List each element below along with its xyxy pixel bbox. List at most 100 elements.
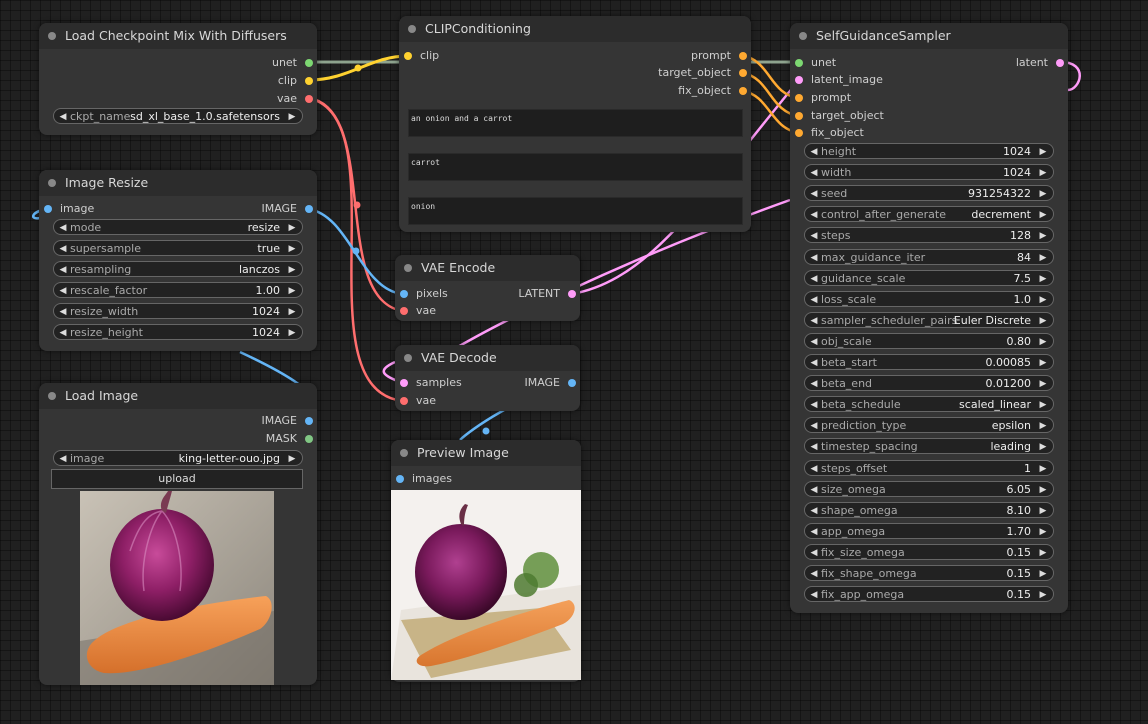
widget-steps-offset[interactable]: ◀ steps_offset 1 ▶ — [804, 459, 1054, 476]
output-dot-icon[interactable] — [739, 69, 747, 77]
input-dot-icon[interactable] — [400, 397, 408, 405]
arrow-right-icon[interactable]: ▶ — [1037, 524, 1049, 538]
arrow-left-icon[interactable]: ◀ — [808, 545, 820, 559]
arrow-right-icon[interactable]: ▶ — [1037, 482, 1049, 496]
output-image[interactable]: IMAGE — [261, 414, 313, 428]
arrow-right-icon[interactable]: ▶ — [1037, 186, 1049, 200]
arrow-left-icon[interactable]: ◀ — [57, 241, 69, 255]
input-fix-object[interactable]: fix_object — [795, 126, 864, 140]
input-dot-icon[interactable] — [400, 290, 408, 298]
arrow-left-icon[interactable]: ◀ — [808, 566, 820, 580]
output-vae[interactable]: vae — [277, 92, 313, 106]
output-clip[interactable]: clip — [278, 74, 313, 88]
arrow-right-icon[interactable]: ▶ — [1037, 144, 1049, 158]
node-title[interactable]: CLIPConditioning — [399, 16, 751, 42]
arrow-left-icon[interactable]: ◀ — [808, 482, 820, 496]
widget-steps[interactable]: ◀ steps 128 ▶ — [804, 227, 1054, 244]
node-title[interactable]: Load Checkpoint Mix With Diffusers — [39, 23, 317, 49]
arrow-right-icon[interactable]: ▶ — [1037, 439, 1049, 453]
widget-resize-height[interactable]: ◀ resize_height 1024 ▶ — [53, 324, 303, 340]
arrow-right-icon[interactable]: ▶ — [1037, 566, 1049, 580]
input-dot-icon[interactable] — [795, 76, 803, 84]
widget-rescale-factor[interactable]: ◀ rescale_factor 1.00 ▶ — [53, 282, 303, 298]
output-unet[interactable]: unet — [272, 56, 313, 70]
fix-object-textarea[interactable]: onion — [408, 197, 743, 225]
node-title[interactable]: Image Resize — [39, 170, 317, 196]
output-dot-icon[interactable] — [568, 379, 576, 387]
widget-seed[interactable]: ◀ seed 931254322 ▶ — [804, 185, 1054, 202]
input-samples[interactable]: samples — [400, 376, 462, 390]
arrow-left-icon[interactable]: ◀ — [808, 461, 820, 475]
widget-max-guidance-iter[interactable]: ◀ max_guidance_iter 84 ▶ — [804, 248, 1054, 265]
node-preview-image[interactable]: Preview Image images — [391, 440, 581, 682]
arrow-left-icon[interactable]: ◀ — [808, 376, 820, 390]
arrow-left-icon[interactable]: ◀ — [808, 271, 820, 285]
arrow-right-icon[interactable]: ▶ — [286, 241, 298, 255]
widget-beta-end[interactable]: ◀ beta_end 0.01200 ▶ — [804, 375, 1054, 392]
output-image[interactable]: IMAGE — [524, 376, 576, 390]
widget-resize-width[interactable]: ◀ resize_width 1024 ▶ — [53, 303, 303, 319]
collapse-dot-icon[interactable] — [48, 179, 56, 187]
arrow-left-icon[interactable]: ◀ — [808, 228, 820, 242]
output-latent[interactable]: LATENT — [518, 287, 576, 301]
node-title[interactable]: Preview Image — [391, 440, 581, 466]
input-vae[interactable]: vae — [400, 394, 436, 408]
arrow-right-icon[interactable]: ▶ — [1037, 228, 1049, 242]
input-images[interactable]: images — [396, 472, 452, 486]
output-latent[interactable]: latent — [1016, 56, 1064, 70]
arrow-right-icon[interactable]: ▶ — [1037, 503, 1049, 517]
arrow-right-icon[interactable]: ▶ — [1037, 292, 1049, 306]
widget-sampler-scheduler-pairs[interactable]: ◀ sampler_scheduler_pairs Euler Discrete ▶ — [804, 311, 1054, 328]
arrow-right-icon[interactable]: ▶ — [1037, 313, 1049, 327]
arrow-left-icon[interactable]: ◀ — [57, 109, 69, 123]
prompt-textarea[interactable]: an onion and a carrot — [408, 109, 743, 137]
arrow-right-icon[interactable]: ▶ — [1037, 207, 1049, 221]
collapse-dot-icon[interactable] — [404, 264, 412, 272]
output-dot-icon[interactable] — [305, 205, 313, 213]
widget-mode[interactable]: ◀ mode resize ▶ — [53, 219, 303, 235]
node-title[interactable]: VAE Encode — [395, 255, 580, 281]
input-clip[interactable]: clip — [404, 49, 439, 63]
arrow-right-icon[interactable]: ▶ — [286, 451, 298, 465]
arrow-right-icon[interactable]: ▶ — [1037, 165, 1049, 179]
arrow-right-icon[interactable]: ▶ — [1037, 334, 1049, 348]
input-target-object[interactable]: target_object — [795, 109, 884, 123]
widget-control-after-generate[interactable]: ◀ control_after_generate decrement ▶ — [804, 206, 1054, 223]
arrow-left-icon[interactable]: ◀ — [808, 524, 820, 538]
input-dot-icon[interactable] — [396, 475, 404, 483]
widget-loss-scale[interactable]: ◀ loss_scale 1.0 ▶ — [804, 290, 1054, 307]
arrow-right-icon[interactable]: ▶ — [286, 262, 298, 276]
widget-timestep-spacing[interactable]: ◀ timestep_spacing leading ▶ — [804, 438, 1054, 455]
output-dot-icon[interactable] — [1056, 59, 1064, 67]
node-self-guidance-sampler[interactable]: SelfGuidanceSampler unet latent_image pr… — [790, 23, 1068, 613]
arrow-right-icon[interactable]: ▶ — [286, 283, 298, 297]
widget-guidance-scale[interactable]: ◀ guidance_scale 7.5 ▶ — [804, 269, 1054, 286]
node-vae-encode[interactable]: VAE Encode pixels vae LATENT — [395, 255, 580, 321]
collapse-dot-icon[interactable] — [404, 354, 412, 362]
input-dot-icon[interactable] — [795, 129, 803, 137]
arrow-left-icon[interactable]: ◀ — [808, 292, 820, 306]
output-fix-object[interactable]: fix_object — [678, 84, 747, 98]
input-dot-icon[interactable] — [400, 307, 408, 315]
output-dot-icon[interactable] — [305, 59, 313, 67]
target-object-textarea[interactable]: carrot — [408, 153, 743, 181]
widget-size-omega[interactable]: ◀ size_omega 6.05 ▶ — [804, 480, 1054, 497]
arrow-left-icon[interactable]: ◀ — [57, 304, 69, 318]
arrow-left-icon[interactable]: ◀ — [808, 334, 820, 348]
widget-fix-app-omega[interactable]: ◀ fix_app_omega 0.15 ▶ — [804, 586, 1054, 603]
node-clip-conditioning[interactable]: CLIPConditioning clip prompt target_obje… — [399, 16, 751, 232]
arrow-right-icon[interactable]: ▶ — [286, 220, 298, 234]
arrow-right-icon[interactable]: ▶ — [1037, 250, 1049, 264]
input-dot-icon[interactable] — [795, 59, 803, 67]
input-dot-icon[interactable] — [44, 205, 52, 213]
arrow-left-icon[interactable]: ◀ — [808, 207, 820, 221]
widget-prediction-type[interactable]: ◀ prediction_type epsilon ▶ — [804, 417, 1054, 434]
output-dot-icon[interactable] — [305, 435, 313, 443]
widget-obj-scale[interactable]: ◀ obj_scale 0.80 ▶ — [804, 332, 1054, 349]
input-vae[interactable]: vae — [400, 304, 436, 318]
input-dot-icon[interactable] — [400, 379, 408, 387]
output-dot-icon[interactable] — [739, 52, 747, 60]
widget-shape-omega[interactable]: ◀ shape_omega 8.10 ▶ — [804, 501, 1054, 518]
widget-fix-shape-omega[interactable]: ◀ fix_shape_omega 0.15 ▶ — [804, 565, 1054, 581]
upload-button[interactable]: upload — [51, 469, 303, 489]
